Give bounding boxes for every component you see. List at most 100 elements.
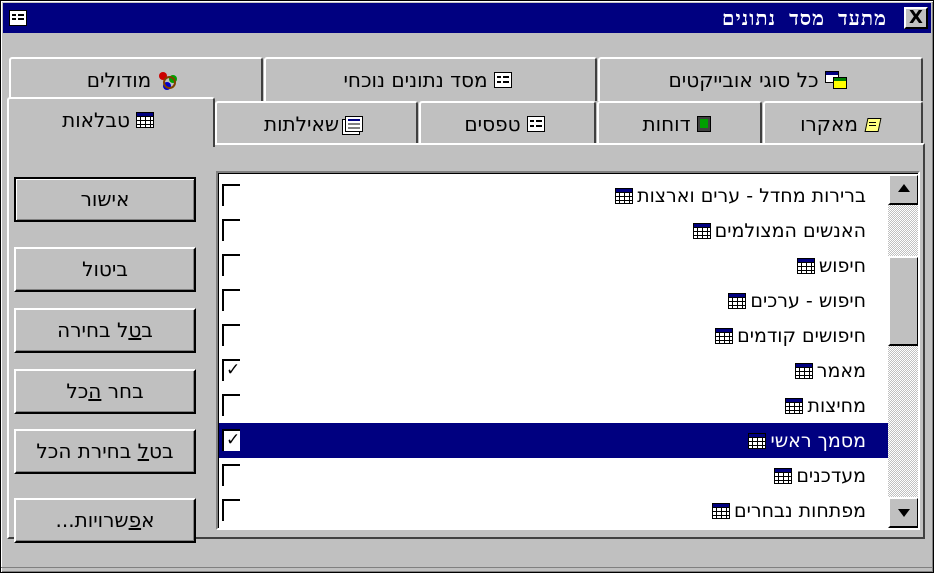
checkbox[interactable] (222, 499, 240, 521)
list-item[interactable]: האנשים המצולמים (219, 213, 888, 248)
tab-queries[interactable]: שאילתות (215, 101, 418, 145)
table-icon (728, 292, 747, 309)
checkbox[interactable] (222, 324, 240, 346)
tab-label: מודולים (86, 68, 152, 92)
table-icon (774, 467, 793, 484)
list-item-label: חיפוש - ערכים (750, 289, 866, 312)
scroll-thumb[interactable] (888, 256, 918, 346)
tab-label: דוחות (642, 112, 691, 136)
window-bottom-edge (1, 567, 933, 568)
list-item[interactable]: ברירות מחדל - ערים וארצות (219, 178, 888, 213)
list-item[interactable]: חיפוש - ערכים (219, 283, 888, 318)
tab-all-object-types[interactable]: כל סוגי אובייקטים (598, 57, 923, 101)
list-item-label: מאמר (816, 359, 866, 382)
list-item-label: חיפושים קודמים (737, 324, 866, 347)
form-icon (493, 72, 512, 88)
checkbox-checked[interactable]: ✓ (222, 359, 240, 381)
list-item-label: מעדכנים (796, 464, 866, 487)
label-part: א (141, 508, 155, 532)
checkbox[interactable] (222, 289, 240, 311)
list-item[interactable]: מעדכנים (219, 458, 888, 493)
all-object-types-icon (824, 71, 847, 89)
label-part: כל (66, 379, 89, 403)
list-item[interactable]: מחיצות (219, 388, 888, 423)
query-icon (345, 116, 364, 132)
check-mark-icon: ✓ (226, 360, 241, 380)
tab-label: טפסים (464, 112, 521, 136)
tab-current-database[interactable]: מסד נתונים נוכחי (264, 57, 597, 101)
vertical-scrollbar[interactable] (888, 174, 918, 528)
tab-label: מסד נתונים נוכחי (343, 68, 488, 92)
tab-label: כל סוגי אובייקטים (668, 68, 819, 92)
accelerator-key: ה (88, 379, 102, 403)
table-icon (135, 112, 154, 128)
table-icon (712, 502, 731, 519)
tab-label: טבלאות (62, 108, 130, 132)
table-icon (715, 327, 734, 344)
label-part: שרויות... (55, 508, 129, 532)
accelerator-key: פ (128, 508, 142, 532)
tab-macros[interactable]: מאקרו (763, 101, 923, 145)
tables-listbox[interactable]: ברירות מחדל - ערים וארצות האנשים המצולמי… (216, 171, 920, 530)
cancel-button-label: ביטול (82, 257, 128, 281)
label-part: ב (141, 318, 153, 342)
accelerator-key: ל (137, 439, 150, 463)
options-button[interactable]: אפשרויות... (14, 498, 196, 543)
ok-button-label: אישור (80, 187, 130, 211)
scroll-down-button[interactable] (888, 497, 918, 528)
tab-forms[interactable]: טפסים (419, 101, 596, 145)
tab-tables[interactable]: טבלאות (7, 97, 215, 147)
table-icon (748, 432, 767, 449)
list-item-label: ברירות מחדל - ערים וארצות (637, 184, 866, 207)
table-icon (796, 257, 815, 274)
tab-label: מאקרו (800, 112, 858, 136)
select-all-button[interactable]: בחר הכל (14, 369, 196, 414)
table-icon (692, 222, 711, 239)
macro-icon (864, 116, 880, 132)
title-bar[interactable]: מתעד מסד נתונים X (3, 3, 931, 33)
checkbox[interactable] (222, 219, 240, 241)
arrow-down-icon (898, 509, 910, 517)
report-icon (696, 116, 711, 132)
list-item-label: מסמך ראשי (770, 429, 866, 452)
tab-reports[interactable]: דוחות (597, 101, 762, 145)
checkbox[interactable] (222, 184, 240, 206)
close-button[interactable]: X (904, 7, 928, 29)
list-item[interactable]: מפתחות נבחרים (219, 493, 888, 528)
modules-icon (157, 70, 179, 90)
checkbox[interactable] (222, 464, 240, 486)
list-item[interactable]: חיפושים קודמים (219, 318, 888, 353)
deselect-all-button[interactable]: בטל בחירת הכל (14, 429, 196, 474)
system-menu-icon[interactable] (9, 10, 27, 26)
table-icon (785, 397, 804, 414)
cancel-button[interactable]: ביטול (14, 247, 196, 292)
label-part: ל בחירה (57, 318, 129, 342)
deselect-button[interactable]: בטל בחירה (14, 308, 196, 353)
checkbox[interactable] (222, 254, 240, 276)
label-part: בט (149, 439, 174, 463)
check-mark-icon: ✓ (226, 430, 241, 450)
list-rows: ברירות מחדל - ערים וארצות האנשים המצולמי… (219, 178, 888, 528)
list-item-label: האנשים המצולמים (714, 219, 866, 242)
tab-modules[interactable]: מודולים (9, 57, 263, 101)
form-icon (526, 116, 545, 132)
list-item-selected[interactable]: מסמך ראשי ✓ (219, 423, 888, 458)
ok-button[interactable]: אישור (14, 177, 196, 222)
list-item-label: חיפוש (818, 254, 866, 277)
label-part: בחירת הכל (36, 439, 138, 463)
list-item-label: מפתחות נבחרים (734, 499, 866, 522)
list-item-label: מחיצות (807, 394, 866, 417)
table-icon (794, 362, 813, 379)
tab-label: שאילתות (263, 112, 340, 136)
dialog-window: מתעד מסד נתונים X כל סוגי אובייקטים מסד … (0, 0, 934, 573)
label-part: בחר (101, 379, 144, 403)
window-title: מתעד מסד נתונים (722, 6, 887, 30)
arrow-up-icon (898, 184, 910, 192)
accelerator-key: ט (128, 318, 142, 342)
list-item[interactable]: מאמר ✓ (219, 353, 888, 388)
checkbox[interactable] (222, 394, 240, 416)
table-icon (615, 187, 634, 204)
scroll-up-button[interactable] (888, 174, 918, 205)
checkbox-checked[interactable]: ✓ (222, 429, 240, 451)
list-item[interactable]: חיפוש (219, 248, 888, 283)
